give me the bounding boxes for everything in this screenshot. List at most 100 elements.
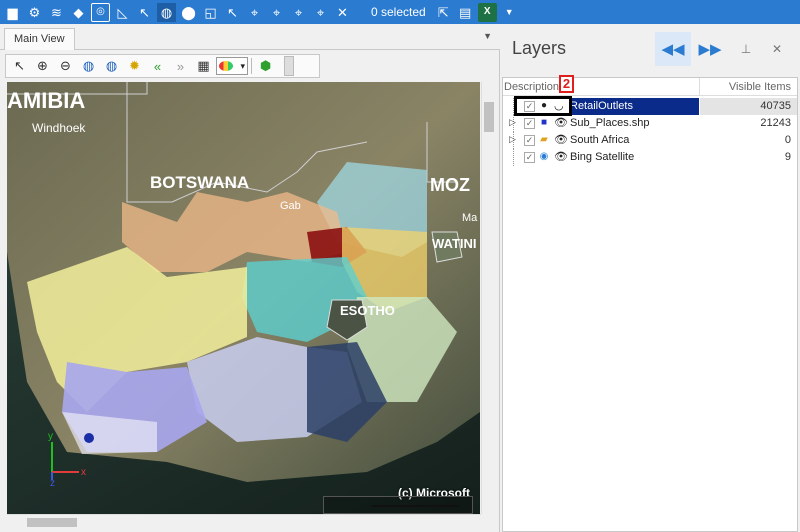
expand-arrow-icon[interactable]: ▷ — [509, 134, 516, 145]
toolbar-divider — [251, 58, 252, 74]
layer-name: RetailOutlets — [570, 100, 633, 112]
eye-icon[interactable]: 👁 — [554, 150, 568, 163]
select-multi-icon[interactable]: ⌖ — [289, 3, 308, 22]
layer-checkbox[interactable]: ✓ — [524, 152, 535, 163]
select-node-icon[interactable]: ⌖ — [245, 3, 264, 22]
close-icon: ✕ — [771, 42, 783, 56]
globe-icon[interactable]: ◍ — [157, 2, 176, 22]
back-icon[interactable]: « — [147, 56, 168, 76]
frame-icon[interactable]: ◎ — [91, 2, 110, 22]
clear-select-icon[interactable]: ✕ — [333, 3, 352, 22]
column-description[interactable]: Description — [504, 81, 559, 93]
hscroll-thumb[interactable] — [27, 518, 77, 527]
select-vertex-icon[interactable]: ⌖ — [267, 3, 286, 22]
zoom-in-icon[interactable]: ⊕ — [32, 56, 53, 76]
grid-icon[interactable]: ▦ — [193, 56, 214, 76]
layers-panel: Layers ◀◀ ▶▶ ⊥ ✕ Description Visible Ite… — [500, 24, 800, 532]
layer-row-bing-satellite[interactable]: ✓ ◉ 👁 Bing Satellite 9 — [503, 149, 797, 166]
excel-icon[interactable]: X — [477, 2, 497, 22]
zoom-out-icon[interactable]: ⊖ — [55, 56, 76, 76]
layer-checkbox[interactable]: ✓ — [524, 135, 535, 146]
bookmark-icon[interactable]: ⬢ — [255, 56, 276, 76]
pointer-icon[interactable]: ↖ — [9, 56, 30, 76]
selected-count: 0 selected — [371, 5, 426, 19]
collapse-panel-button[interactable]: ◀◀ — [655, 32, 691, 66]
palette-combo[interactable]: ▾ — [216, 57, 248, 75]
eye-icon[interactable]: 👁 — [554, 116, 568, 129]
folder-icon[interactable]: ▆ — [3, 3, 22, 22]
folder-icon: ▰ — [540, 134, 548, 145]
eye-icon[interactable]: 👁 — [554, 133, 568, 146]
scale-bar-line — [372, 505, 460, 507]
expand-arrow-icon[interactable]: ▷ — [509, 117, 516, 128]
tab-dropdown-icon[interactable]: ▼ — [483, 31, 492, 41]
label-maputo: Ma — [462, 212, 478, 224]
map-view[interactable]: AMIBIA Windhoek BOTSWANA MOZ Gab Ma WATI… — [7, 82, 480, 514]
label-namibia: AMIBIA — [7, 88, 85, 113]
layers-panel-title: Layers — [512, 38, 567, 58]
select-arrow-icon[interactable]: ↖ — [223, 3, 242, 22]
layer-visible-count: 21243 — [760, 117, 791, 129]
scale-bar — [323, 496, 473, 514]
layer-row-sub-places[interactable]: ▷ ✓ ■ 👁 Sub_Places.shp 21243 — [503, 115, 797, 132]
column-visible-items[interactable]: Visible Items — [729, 81, 791, 93]
map-icon[interactable]: ◆ — [69, 3, 88, 22]
layer-checkbox[interactable]: ✓ — [524, 118, 535, 129]
top-toolbar: ▆ ⚙ ≋ ◆ ◎ ◺ ↖ ◍ ⬤ ◱ ↖ ⌖ ⌖ ⌖ ⌖ ✕ 0 select… — [0, 0, 800, 24]
chevron-down-icon: ▾ — [240, 60, 245, 71]
label-botswana: BOTSWANA — [150, 173, 249, 192]
settings-icon[interactable]: ⚙ — [25, 3, 44, 22]
measure-icon[interactable]: ◺ — [113, 3, 132, 22]
tab-strip: Main View ▼ — [0, 24, 500, 50]
label-gaborone: Gab — [280, 200, 301, 212]
axis-x-label: x — [81, 467, 86, 478]
layer-row-south-africa[interactable]: ▷ ✓ ▰ 👁 South Africa 0 — [503, 132, 797, 149]
vscroll-thumb[interactable] — [484, 102, 494, 132]
expand-panel-button[interactable]: ▶▶ — [692, 32, 728, 66]
map-toolbar: ↖ ⊕ ⊖ ◍ ◍ ✹ « » ▦ ▾ ⬢ — [5, 54, 320, 78]
globe-region-icon[interactable]: ◍ — [101, 56, 122, 76]
forward-icon[interactable]: » — [170, 56, 191, 76]
double-right-arrow-icon: ▶▶ — [698, 41, 722, 58]
layer-visible-count: 40735 — [760, 100, 791, 112]
toolbar-overflow[interactable] — [284, 56, 294, 76]
polygon-symbol-icon: ■ — [540, 117, 548, 128]
pointer-path-icon[interactable]: ↖ — [135, 3, 154, 22]
dropdown-icon[interactable]: ▼ — [500, 3, 519, 22]
pin-panel-button[interactable]: ⊥ — [736, 32, 756, 66]
imagery-symbol-icon: ◉ — [539, 151, 549, 162]
palette-swatch — [219, 61, 233, 71]
layer-visible-count: 9 — [784, 151, 791, 163]
pin-icon: ⊥ — [740, 42, 752, 56]
pin-icon[interactable]: ⬤ — [179, 3, 198, 22]
layer-name: Sub_Places.shp — [570, 117, 650, 129]
map-horizontal-scrollbar[interactable] — [7, 514, 481, 529]
column-divider — [699, 78, 700, 96]
table-icon[interactable]: ▤ — [456, 3, 475, 22]
axis-y-label: y — [48, 431, 53, 442]
tree-line — [513, 149, 523, 166]
map-canvas: AMIBIA Windhoek BOTSWANA MOZ Gab Ma WATI… — [7, 82, 480, 514]
label-windhoek: Windhoek — [32, 121, 86, 135]
tab-main-view[interactable]: Main View — [4, 28, 75, 50]
axis-z-label: z — [50, 478, 55, 489]
note-icon[interactable]: ◱ — [201, 3, 220, 22]
select-line-icon[interactable]: ⌖ — [311, 3, 330, 22]
layers-icon[interactable]: ≋ — [47, 3, 66, 22]
layers-table-header: Description Visible Items 2 — [503, 75, 797, 96]
map-vertical-scrollbar[interactable] — [481, 82, 496, 514]
layer-visible-count: 0 — [784, 134, 791, 146]
globe-full-icon[interactable]: ◍ — [78, 56, 99, 76]
close-panel-button[interactable]: ✕ — [767, 32, 787, 66]
retail-cluster-cape-town — [84, 433, 94, 443]
label-swaziland: WATINI — [432, 236, 477, 251]
step-badge: 2 — [559, 75, 574, 93]
settings-gear-icon[interactable]: ✹ — [124, 56, 145, 76]
layer-name: Bing Satellite — [570, 151, 635, 163]
double-left-arrow-icon: ◀◀ — [661, 41, 685, 58]
label-mozambique: MOZ — [430, 175, 470, 195]
callout-frame — [514, 96, 572, 116]
document-area: Main View ▼ ↖ ⊕ ⊖ ◍ ◍ ✹ « » ▦ ▾ ⬢ AMIBIA… — [0, 24, 500, 532]
label-lesotho: ESOTHO — [340, 303, 395, 318]
export-icon[interactable]: ⇱ — [434, 3, 453, 22]
